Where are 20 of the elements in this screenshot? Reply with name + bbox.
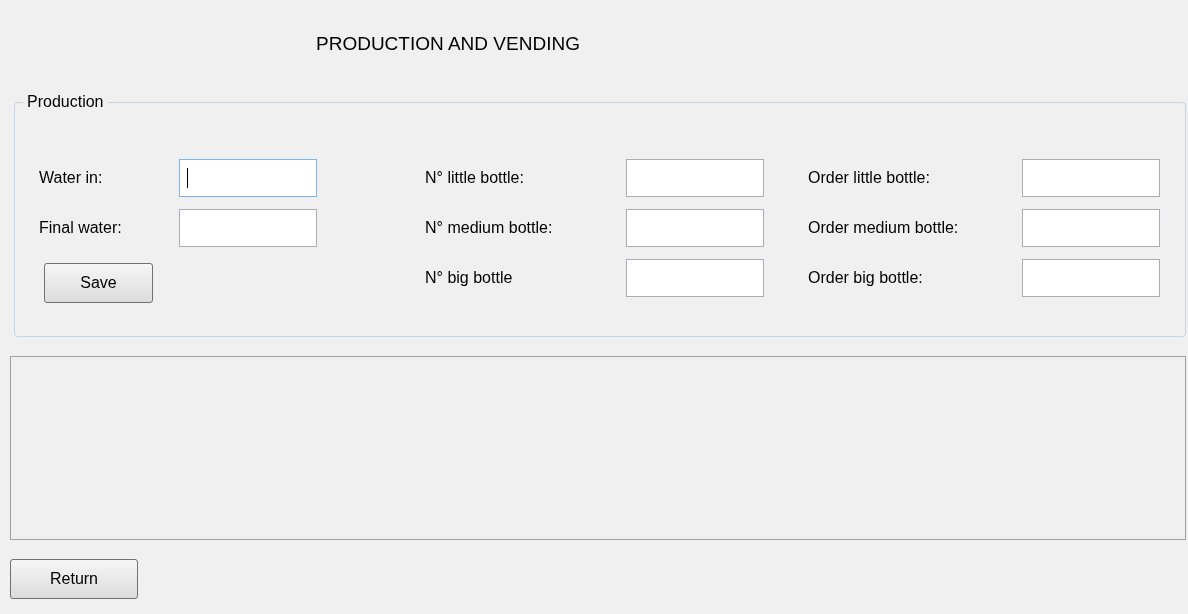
input-field[interactable] <box>1022 259 1160 297</box>
page-title: PRODUCTION AND VENDING <box>316 32 580 56</box>
input-field[interactable] <box>179 209 317 247</box>
input-field[interactable] <box>626 159 764 197</box>
field-label: N° medium bottle: <box>425 218 554 238</box>
field-label: Order little bottle: <box>808 168 931 188</box>
input-field[interactable] <box>626 259 764 297</box>
field-label: Final water: <box>39 218 123 238</box>
save-button[interactable]: Save <box>44 263 153 303</box>
input-field[interactable] <box>179 159 317 197</box>
return-button[interactable]: Return <box>10 559 138 599</box>
input-field[interactable] <box>1022 209 1160 247</box>
field-label: Order medium bottle: <box>808 218 960 238</box>
field-label: Order big bottle: <box>808 268 924 288</box>
field-label: N° big bottle <box>425 268 514 288</box>
input-field[interactable] <box>626 209 764 247</box>
field-label: N° little bottle: <box>425 168 525 188</box>
group-legend: Production <box>23 90 108 114</box>
field-label: Water in: <box>39 168 104 188</box>
input-field[interactable] <box>1022 159 1160 197</box>
